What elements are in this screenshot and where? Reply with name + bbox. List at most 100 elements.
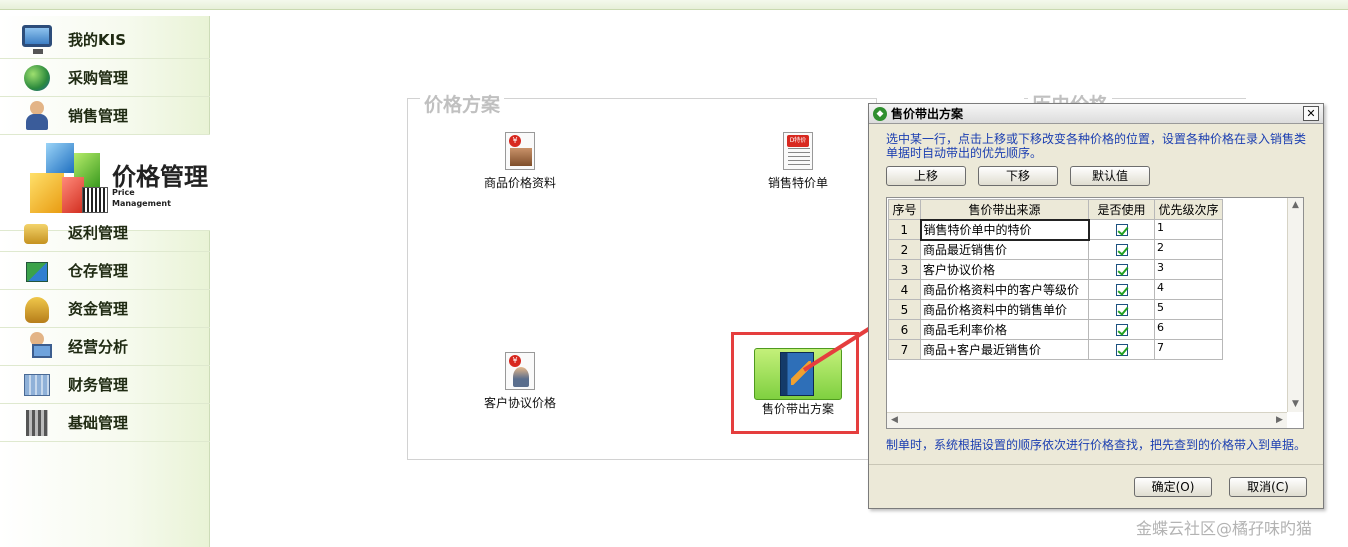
cube-icon: [20, 256, 54, 286]
ledger-icon: [20, 370, 54, 400]
checkbox-checked-icon[interactable]: [1115, 344, 1128, 356]
row-source[interactable]: 商品+客户最近销售价: [920, 339, 1089, 360]
row-use[interactable]: [1088, 219, 1155, 240]
dialog-description: 选中某一行，点击上移或下移改变各种价格的位置，设置各种价格在录入销售类单据时自动…: [886, 132, 1307, 160]
sidebar-item-label: 财务管理: [68, 376, 129, 394]
product-price-icon: ¥: [505, 132, 535, 170]
row-use[interactable]: [1088, 279, 1155, 300]
scroll-right-icon[interactable]: ▶: [1272, 413, 1287, 428]
tile-product-price[interactable]: ¥ 商品价格资料: [480, 132, 560, 191]
move-up-button[interactable]: 上移: [886, 166, 966, 186]
table-header-row: 序号 售价带出来源 是否使用 优先级次序: [888, 199, 1223, 220]
col-source: 售价带出来源: [920, 199, 1089, 220]
close-button[interactable]: ✕: [1303, 106, 1319, 121]
sidebar-item-purchase[interactable]: 采购管理: [0, 59, 210, 97]
row-priority: 4: [1154, 279, 1223, 300]
checkbox-checked-icon[interactable]: [1115, 244, 1128, 256]
row-seq: 2: [888, 239, 921, 260]
row-priority: 6: [1154, 319, 1223, 340]
priority-grid: 序号 售价带出来源 是否使用 优先级次序 1 销售特价单中的特价 1 2 商品最…: [886, 197, 1304, 429]
table-row[interactable]: 3 客户协议价格 3: [888, 259, 1223, 280]
cancel-button[interactable]: 取消(C): [1229, 477, 1307, 497]
dialog-titlebar: ◆ 售价带出方案 ✕: [869, 104, 1323, 124]
row-source[interactable]: 商品毛利率价格: [920, 319, 1089, 340]
default-button[interactable]: 默认值: [1070, 166, 1150, 186]
row-seq: 4: [888, 279, 921, 300]
table-row[interactable]: 2 商品最近销售价 2: [888, 239, 1223, 260]
sidebar-item-label: 采购管理: [68, 69, 129, 87]
scroll-left-icon[interactable]: ◀: [887, 413, 902, 428]
row-source[interactable]: 商品价格资料中的客户等级价: [920, 279, 1089, 300]
row-seq: 6: [888, 319, 921, 340]
highlight-box: [731, 332, 859, 434]
row-seq: 1: [888, 219, 921, 240]
tile-label: 商品价格资料: [483, 176, 556, 190]
tools-icon: [20, 408, 54, 438]
checkbox-checked-icon[interactable]: [1115, 224, 1128, 236]
special-badge: D特价: [787, 135, 809, 147]
sidebar-item-finance[interactable]: 财务管理: [0, 366, 210, 404]
money-bag-icon: [20, 294, 54, 324]
yuan-badge: ¥: [509, 355, 521, 367]
dialog-button-bar: 确定(O) 取消(C): [869, 464, 1323, 508]
panel-title: 价格方案: [420, 90, 505, 117]
row-use[interactable]: [1088, 299, 1155, 320]
row-priority: 7: [1154, 339, 1223, 360]
sidebar-item-label: 我的KIS: [68, 31, 127, 49]
priority-table: 序号 售价带出来源 是否使用 优先级次序 1 销售特价单中的特价 1 2 商品最…: [888, 199, 1223, 360]
row-use[interactable]: [1088, 339, 1155, 360]
sidebar-item-sales[interactable]: 销售管理: [0, 97, 210, 135]
tile-sales-special[interactable]: D特价 销售特价单: [764, 132, 832, 191]
table-row[interactable]: 7 商品+客户最近销售价 7: [888, 339, 1223, 360]
col-use: 是否使用: [1088, 199, 1155, 220]
vertical-scrollbar[interactable]: ▲ ▼: [1287, 198, 1303, 412]
tile-label: 销售特价单: [767, 176, 828, 190]
ok-button[interactable]: 确定(O): [1134, 477, 1212, 497]
checkbox-checked-icon[interactable]: [1115, 304, 1128, 316]
price-management-logo-icon: [30, 143, 108, 225]
sidebar: 我的KIS 采购管理 销售管理 价格管理 Price Management 返利…: [0, 16, 210, 547]
sidebar-item-funds[interactable]: 资金管理: [0, 290, 210, 328]
row-source[interactable]: 销售特价单中的特价: [919, 218, 1090, 241]
row-priority: 1: [1154, 219, 1223, 240]
sidebar-item-rebate[interactable]: 返利管理: [0, 214, 210, 252]
row-source[interactable]: 商品最近销售价: [920, 239, 1089, 260]
table-row[interactable]: 1 销售特价单中的特价 1: [888, 218, 1223, 241]
move-down-button[interactable]: 下移: [978, 166, 1058, 186]
price-scheme-dialog: ◆ 售价带出方案 ✕ 选中某一行，点击上移或下移改变各种价格的位置，设置各种价格…: [868, 103, 1324, 509]
dialog-title: 售价带出方案: [891, 107, 964, 121]
scroll-up-icon[interactable]: ▲: [1288, 198, 1303, 213]
row-use[interactable]: [1088, 259, 1155, 280]
sidebar-item-label: 返利管理: [68, 224, 129, 242]
row-source[interactable]: 商品价格资料中的销售单价: [920, 299, 1089, 320]
sidebar-item-warehouse[interactable]: 仓存管理: [0, 252, 210, 290]
table-row[interactable]: 4 商品价格资料中的客户等级价 4: [888, 279, 1223, 300]
sidebar-item-analysis[interactable]: 经营分析: [0, 328, 210, 366]
sidebar-item-my-kis[interactable]: 我的KIS: [0, 21, 210, 59]
col-priority: 优先级次序: [1154, 199, 1223, 220]
table-row[interactable]: 6 商品毛利率价格 6: [888, 319, 1223, 340]
globe-icon: [20, 63, 54, 93]
price-management-subtitle: Price Management: [112, 187, 171, 209]
row-source[interactable]: 客户协议价格: [920, 259, 1089, 280]
row-seq: 5: [888, 299, 921, 320]
subtitle-line: Management: [112, 199, 171, 208]
table-row[interactable]: 5 商品价格资料中的销售单价 5: [888, 299, 1223, 320]
checkbox-checked-icon[interactable]: [1115, 324, 1128, 336]
checkbox-checked-icon[interactable]: [1115, 264, 1128, 276]
dialog-footer-note: 制单时，系统根据设置的顺序依次进行价格查找，把先查到的价格带入到单据。: [886, 438, 1307, 452]
coins-icon: [20, 218, 54, 248]
horizontal-scrollbar[interactable]: ◀ ▶: [887, 412, 1287, 428]
checkbox-checked-icon[interactable]: [1115, 284, 1128, 296]
row-use[interactable]: [1088, 319, 1155, 340]
tile-label: 客户协议价格: [483, 396, 556, 410]
tile-customer-price[interactable]: ¥ 客户协议价格: [480, 352, 560, 411]
sidebar-item-label: 仓存管理: [68, 262, 129, 280]
row-priority: 2: [1154, 239, 1223, 260]
row-priority: 5: [1154, 299, 1223, 320]
sidebar-item-basic[interactable]: 基础管理: [0, 404, 210, 442]
row-use[interactable]: [1088, 239, 1155, 260]
sidebar-item-label: 经营分析: [68, 338, 129, 356]
scroll-down-icon[interactable]: ▼: [1288, 397, 1303, 412]
col-seq: 序号: [888, 199, 921, 220]
